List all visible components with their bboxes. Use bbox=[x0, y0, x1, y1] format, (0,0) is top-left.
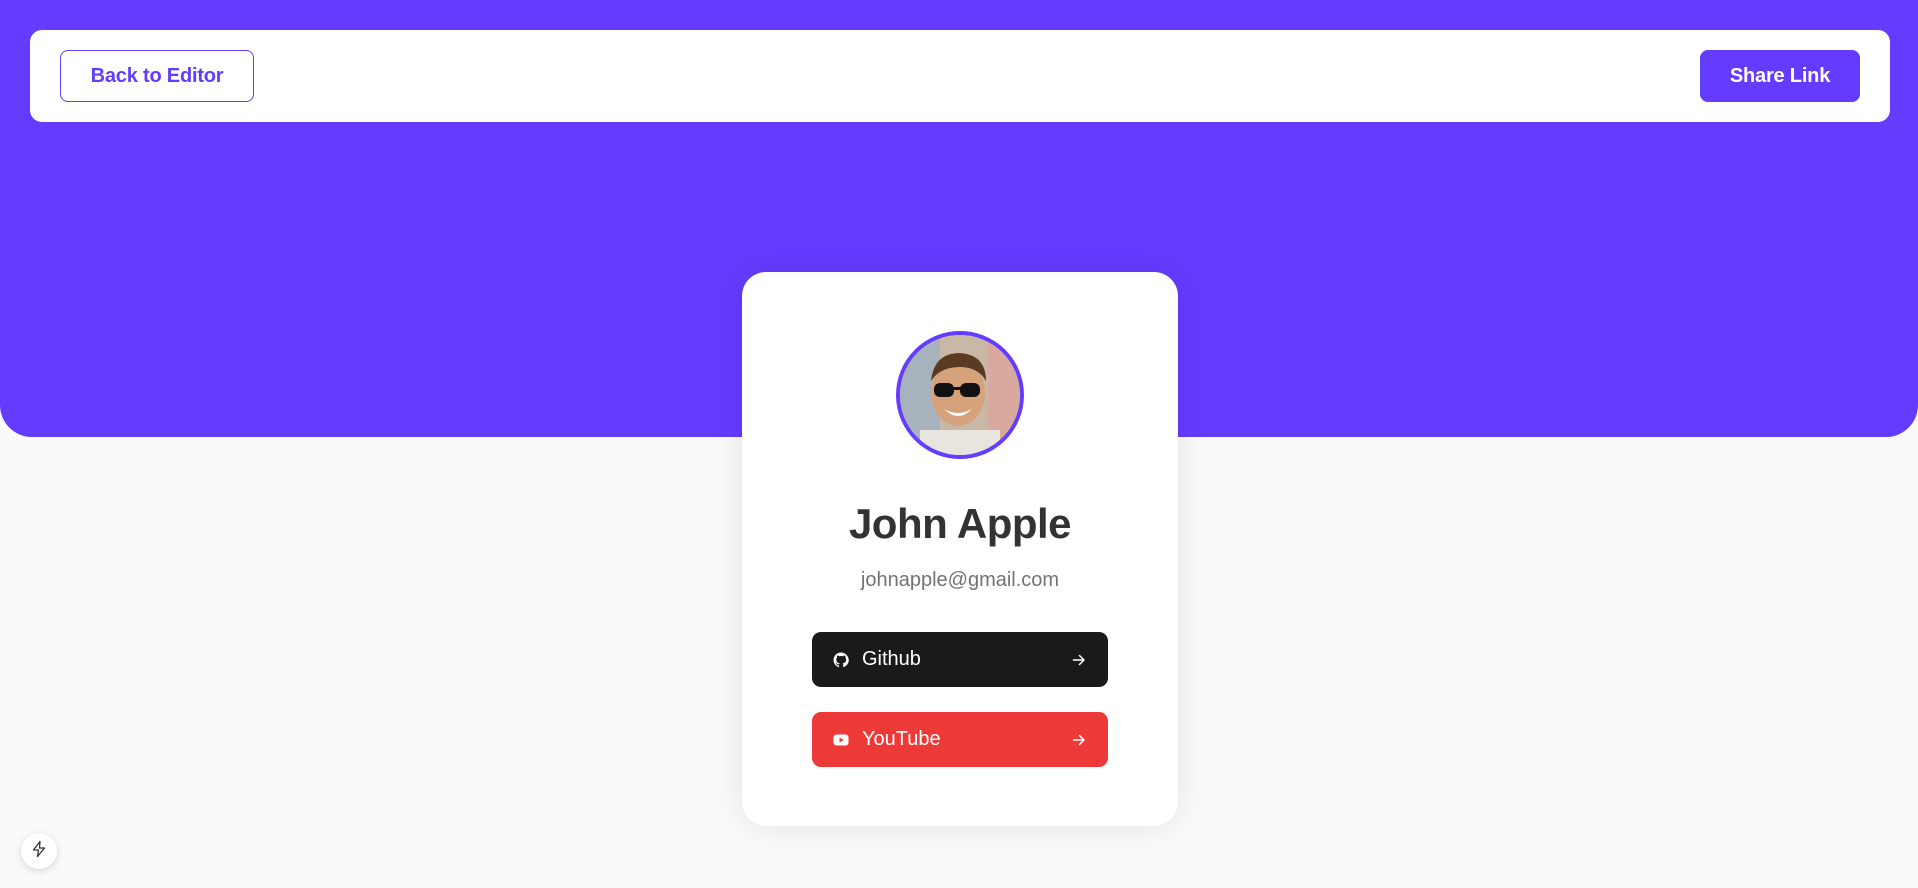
back-to-editor-button[interactable]: Back to Editor bbox=[60, 50, 254, 102]
profile-email: johnapple@gmail.com bbox=[860, 569, 1060, 591]
avatar bbox=[896, 331, 1024, 459]
youtube-link-button[interactable]: YouTube bbox=[812, 712, 1108, 767]
arrow-right-icon bbox=[1070, 651, 1088, 669]
github-icon bbox=[832, 651, 850, 669]
arrow-right-icon bbox=[1070, 731, 1088, 749]
profile-card: John Apple johnapple@gmail.com Github Yo… bbox=[742, 272, 1178, 826]
devtools-toggle-button[interactable] bbox=[21, 833, 57, 869]
lightning-icon bbox=[30, 840, 48, 863]
youtube-link-label: YouTube bbox=[862, 728, 941, 750]
avatar-image bbox=[900, 335, 1020, 455]
profile-name: John Apple bbox=[848, 500, 1072, 547]
github-link-button[interactable]: Github bbox=[812, 632, 1108, 687]
share-link-button[interactable]: Share Link bbox=[1700, 50, 1860, 102]
top-nav-bar: Back to Editor Share Link bbox=[30, 30, 1890, 122]
github-link-label: Github bbox=[862, 648, 921, 670]
youtube-icon bbox=[832, 731, 850, 749]
